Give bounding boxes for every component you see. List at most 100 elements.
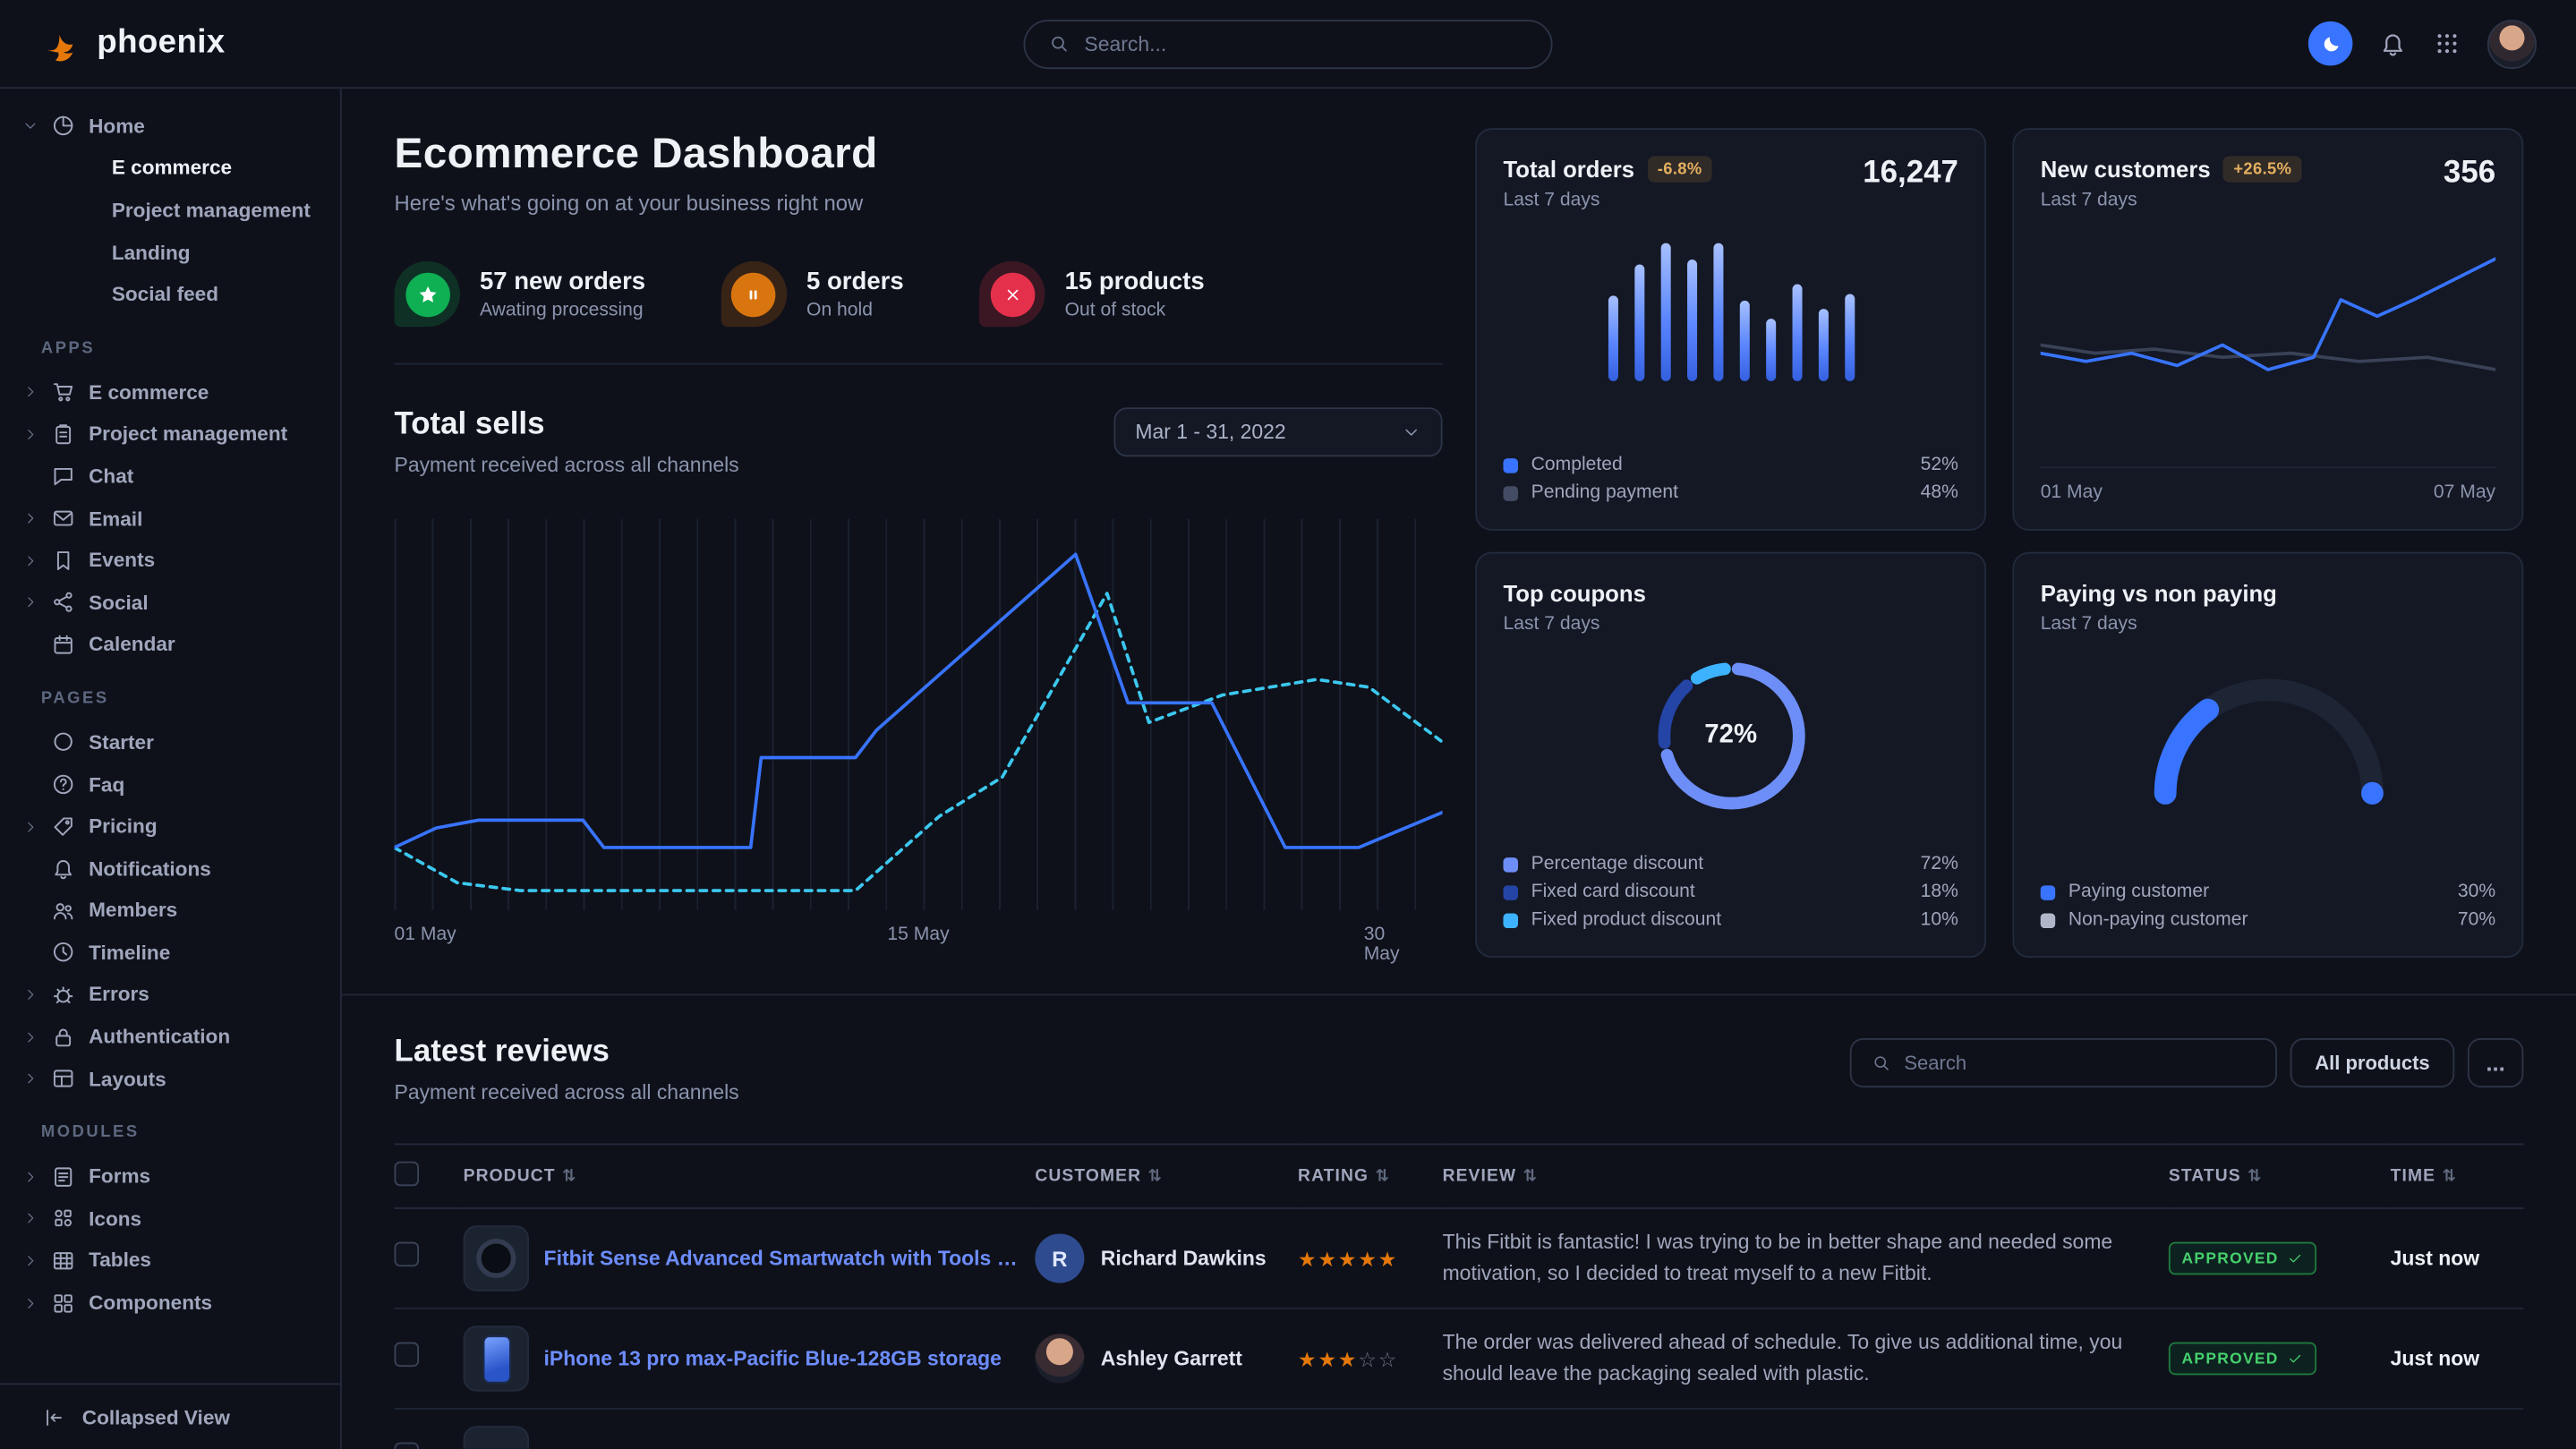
top-coupons-card: Top coupons Last 7 days 72% Percentage d…	[1475, 552, 1986, 958]
sidebar-item-home[interactable]: Home	[20, 105, 330, 147]
user-avatar[interactable]	[2487, 19, 2537, 68]
caret-right-icon	[23, 511, 38, 526]
sidebar-item-calendar[interactable]: Calendar	[20, 624, 330, 666]
sidebar-item-label: Errors	[89, 984, 149, 1007]
sidebar-item-label: Icons	[89, 1207, 141, 1231]
stat-value: 57 new orders	[480, 268, 645, 295]
col-status[interactable]: STATUS⇅	[2169, 1144, 2391, 1208]
more-options-button[interactable]: ...	[2468, 1038, 2523, 1087]
legend-label: Non-paying customer	[2068, 910, 2248, 930]
order-bar	[1818, 310, 1828, 381]
caret-right-icon	[23, 385, 38, 400]
order-bar	[1633, 264, 1643, 381]
sidebar-item-layouts[interactable]: Layouts	[20, 1058, 330, 1100]
search-icon	[1048, 33, 1070, 55]
rating-stars: ★★★★★	[1298, 1246, 1429, 1271]
row-checkbox[interactable]	[395, 1342, 420, 1368]
col-review[interactable]: REVIEW⇅	[1443, 1144, 2169, 1208]
caret-down-icon	[23, 119, 38, 134]
legend-swatch	[2041, 913, 2056, 928]
mail-icon	[51, 506, 76, 531]
legend-label: Percentage discount	[1531, 854, 1703, 874]
star-icon	[416, 284, 438, 305]
sidebar: HomeE commerceProject managementLandingS…	[0, 89, 342, 1449]
sidebar-section-label-pages: PAGES	[41, 690, 330, 708]
reviews-search[interactable]	[1850, 1038, 2277, 1087]
date-range-select[interactable]: Mar 1 - 31, 2022	[1113, 407, 1442, 456]
sidebar-item-pricing[interactable]: Pricing	[20, 805, 330, 848]
col-rating[interactable]: RATING⇅	[1298, 1144, 1443, 1208]
sidebar-item-email[interactable]: Email	[20, 498, 330, 540]
collapse-view-label: Collapsed View	[82, 1405, 230, 1428]
brand-name: phoenix	[97, 25, 225, 63]
global-search[interactable]	[1024, 19, 1553, 68]
status-badge: APPROVED	[2169, 1242, 2316, 1275]
sidebar-item-starter[interactable]: Starter	[20, 721, 330, 763]
components-icon	[51, 1291, 76, 1316]
all-products-button[interactable]: All products	[2290, 1038, 2455, 1087]
brand[interactable]: phoenix	[39, 22, 226, 65]
notifications-button[interactable]	[2379, 30, 2407, 57]
caret-right-icon	[23, 819, 38, 834]
sidebar-item-icons[interactable]: Icons	[20, 1198, 330, 1240]
paying-vs-non-paying-card: Paying vs non paying Last 7 days Paying …	[2012, 552, 2523, 958]
reviews-search-input[interactable]	[1904, 1052, 2256, 1075]
layout-icon	[51, 1067, 76, 1092]
apps-grid-icon	[2433, 30, 2461, 57]
chevron-down-icon	[1402, 422, 1421, 442]
sidebar-item-tables[interactable]: Tables	[20, 1240, 330, 1282]
reviews-controls: All products ...	[1850, 1038, 2524, 1087]
sidebar-subitem-landing[interactable]: Landing	[20, 231, 330, 273]
apps-menu-button[interactable]	[2433, 30, 2461, 57]
sidebar-subitem-project-management[interactable]: Project management	[20, 189, 330, 231]
row-checkbox[interactable]	[395, 1242, 420, 1267]
sidebar-item-components[interactable]: Components	[20, 1282, 330, 1324]
sidebar-section-label-apps: APPS	[41, 340, 330, 358]
sidebar-item-e-commerce[interactable]: E commerce	[20, 371, 330, 413]
sidebar-item-chat[interactable]: Chat	[20, 456, 330, 498]
reviews-title: Latest reviews	[395, 1035, 739, 1070]
quick-stats-row: 57 new ordersAwating processing5 ordersO…	[395, 261, 1443, 365]
search-icon	[1048, 33, 1070, 55]
sidebar-item-social[interactable]: Social	[20, 582, 330, 624]
sidebar-item-authentication[interactable]: Authentication	[20, 1016, 330, 1058]
card-title: Paying vs non paying	[2041, 580, 2277, 606]
sidebar-item-forms[interactable]: Forms	[20, 1155, 330, 1198]
collapse-view-button[interactable]: Collapsed View	[0, 1383, 340, 1448]
sidebar-item-events[interactable]: Events	[20, 540, 330, 582]
tables-icon	[51, 1249, 76, 1274]
sidebar-item-notifications[interactable]: Notifications	[20, 848, 330, 890]
pause-icon	[743, 284, 764, 305]
sidebar-subitem-social-feed[interactable]: Social feed	[20, 273, 330, 315]
theme-toggle-button[interactable]	[2308, 21, 2353, 66]
sidebar-item-errors[interactable]: Errors	[20, 974, 330, 1016]
star-icon: ☆	[1358, 1346, 1377, 1371]
product-link[interactable]: Fitbit Sense Advanced Smartwatch with To…	[544, 1247, 1022, 1270]
select-all-checkbox[interactable]	[395, 1162, 420, 1187]
star-icon: ★	[1298, 1346, 1317, 1371]
caret-right-icon	[23, 1211, 38, 1226]
row-checkbox[interactable]	[395, 1443, 420, 1449]
sort-icon: ⇅	[562, 1168, 576, 1186]
sidebar-item-timeline[interactable]: Timeline	[20, 932, 330, 974]
sidebar-item-label: Chat	[89, 465, 133, 488]
caret-right-icon	[23, 987, 38, 1002]
card-period: Last 7 days	[2041, 191, 2302, 210]
product-link[interactable]: iPhone 13 pro max-Pacific Blue-128GB sto…	[544, 1347, 1002, 1370]
col-time[interactable]: TIME⇅	[2391, 1144, 2524, 1208]
caret-right-icon	[23, 595, 38, 610]
legend-item-fixed-product-discount: Fixed product discount10%	[1503, 910, 1958, 930]
sidebar-subitem-e-commerce[interactable]: E commerce	[20, 147, 330, 189]
legend-item-fixed-card-discount: Fixed card discount18%	[1503, 882, 1958, 902]
sidebar-item-label: Tables	[89, 1249, 151, 1273]
sidebar-item-project-management[interactable]: Project management	[20, 413, 330, 456]
users-icon	[51, 899, 76, 924]
sidebar-item-members[interactable]: Members	[20, 890, 330, 932]
col-product[interactable]: PRODUCT⇅	[464, 1144, 1036, 1208]
global-search-input[interactable]	[1084, 32, 1528, 55]
sidebar-item-faq[interactable]: Faq	[20, 763, 330, 805]
sidebar-item-label: Components	[89, 1291, 212, 1315]
sidebar-item-label: Members	[89, 899, 177, 923]
col-customer[interactable]: CUSTOMER⇅	[1035, 1144, 1298, 1208]
sidebar-item-label: Calendar	[89, 633, 175, 656]
